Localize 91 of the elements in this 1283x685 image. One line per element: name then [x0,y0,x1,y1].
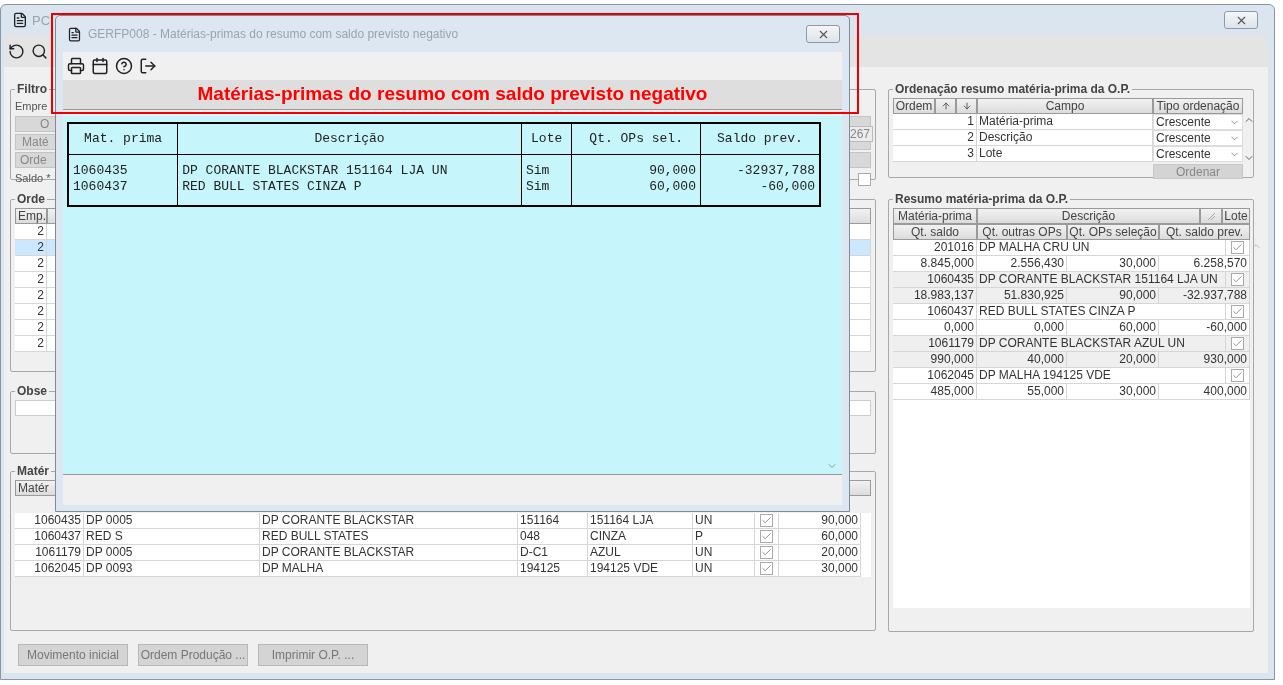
table-cell: 90,000 [571,154,701,179]
table-cell: 194125 VDE [588,561,693,577]
panel-title: Orde [16,192,46,206]
column-header[interactable]: Qt. outras OPs [977,224,1067,240]
table-row[interactable]: 1060435 DP 0005 DP CORANTE BLACKSTAR 151164 151164 LJA UN 90,000 [15,513,871,529]
table-cell: 1060437 [68,178,178,206]
window-title: PC [32,12,51,28]
table-row[interactable]: 485,000 55,000 30,000 400,000 [893,384,1250,400]
table-row[interactable]: 1061179 DP 0005 DP CORANTE BLACKSTAR D-C1 AZUL UN 20,000 [15,545,871,561]
table-cell: 30,000 [1067,384,1159,400]
table-row[interactable]: 1060435 DP CORANTE BLACKSTAR 151164 LJA UN [893,272,1250,288]
arrow-up-icon [940,101,951,111]
move-down-button[interactable] [956,98,977,114]
panel-title: Ordenação resumo matéria-prima da O.P. [894,82,1132,96]
table-cell: Descrição [977,130,1153,146]
search-icon[interactable] [31,42,48,60]
table-row[interactable]: 1060437 RED BULL STATES CINZA P [893,304,1250,320]
column-header[interactable]: Tipo ordenação [1153,98,1243,114]
table-cell: 2 [893,130,977,146]
column-header[interactable]: Qt. saldo [893,224,977,240]
field-label: Saldo * [15,171,51,186]
panel-title: Obse [16,384,48,398]
column-header[interactable]: Lote [1222,208,1250,224]
arrow-down-icon [961,101,972,111]
document-icon [67,26,82,42]
report-heading: Matérias-primas do resumo com saldo previsto negativo [63,80,842,110]
column-header: Mat. prima [68,123,178,154]
table-row[interactable]: 3 Lote Crescente [893,146,1243,162]
close-button[interactable] [1224,11,1258,29]
table-cell: DP 0093 [84,561,260,577]
panel-title: Filtro [16,82,48,96]
column-header[interactable]: Ordem [893,98,935,114]
table-row[interactable]: 201016 DP MALHA CRU UN [893,240,1250,256]
column-header: Qt. OPs sel. [571,123,701,154]
table-cell: UN [693,561,755,577]
column-header[interactable]: Descrição [977,208,1200,224]
table-cell: 60,000 [571,178,701,206]
panel-title: Matér [16,464,50,478]
table-row[interactable]: 1 Matéria-prima Crescente [893,114,1243,130]
table-row[interactable]: 8.845,000 2.556,430 30,000 6.258,570 [893,256,1250,272]
table-cell: 55,000 [977,384,1067,400]
column-header[interactable]: Matéria-prima [893,208,977,224]
table-row[interactable]: 1062045 DP 0093 DP MALHA 194125 194125 VDE UN 30,000 [15,561,871,577]
table-row[interactable]: 2 Descrição Crescente [893,130,1243,146]
table-cell: Matéria-prima [977,114,1153,130]
table-row[interactable]: 1061179 DP CORANTE BLACKSTAR AZUL UN [893,336,1250,352]
table-cell: Sim [521,178,572,206]
table-cell: Sim [521,154,572,179]
dropdown[interactable]: Crescente [1153,146,1243,162]
calendar-icon[interactable] [91,57,109,75]
table-cell: 30,000 [779,561,861,577]
table-cell: 1 [893,114,977,130]
panel-title: Resumo matéria-prima da O.P. [894,192,1070,206]
table-row[interactable]: 1062045 DP MALHA 194125 VDE [893,368,1250,384]
table-cell: RED BULL STATES CINZA P [177,178,522,206]
close-button[interactable] [806,25,840,43]
column-header[interactable]: Qt. OPs seleção [1067,224,1159,240]
table-cell: 1060435 [68,154,178,179]
dropdown[interactable]: Crescente [1153,114,1243,130]
table-cell: -60,000 [700,178,820,206]
table-row[interactable]: 0,000 0,000 60,000 -60,000 [893,320,1250,336]
print-icon[interactable] [67,57,85,75]
checkbox[interactable] [858,173,871,186]
exit-icon[interactable] [139,57,157,75]
move-up-button[interactable] [935,98,956,114]
document-icon [12,12,28,28]
dialog-title: GERFP008 - Matérias-primas do resumo com saldo previsto negativo [88,27,459,41]
table-cell: 3 [893,146,977,162]
table-cell: 400,000 [1159,384,1250,400]
resize-icon[interactable] [1206,211,1216,221]
column-header[interactable]: Campo [977,98,1153,114]
column-header: Lote [521,123,572,154]
table-row[interactable]: 18.983,137 51.830,925 90,000 -32.937,788 [893,288,1250,304]
table-cell: Lote [977,146,1153,162]
table-cell: 1062045 [15,561,84,577]
column-header[interactable] [1200,208,1222,224]
table-cell: DP MALHA [260,561,518,577]
dropdown[interactable]: Crescente [1153,130,1243,146]
table-cell: 194125 [518,561,588,577]
column-header: Descrição [177,123,522,154]
table-cell: -32937,788 [700,154,820,179]
table-cell: 2 [15,336,47,352]
field-label: Empre [15,99,48,114]
refresh-icon[interactable] [8,42,25,60]
table-row[interactable]: 990,000 40,000 20,000 930,000 [893,352,1250,368]
table-cell: 485,000 [893,384,977,400]
column-header[interactable]: Qt. saldo prev. [1159,224,1250,240]
table-row[interactable]: 1060437 RED S RED BULL STATES 048 CINZA P 60,000 [15,529,871,545]
column-header[interactable]: Emp. [15,208,47,224]
table-cell: DP CORANTE BLACKSTAR 151164 LJA UN [177,154,522,179]
help-icon[interactable] [115,57,133,75]
